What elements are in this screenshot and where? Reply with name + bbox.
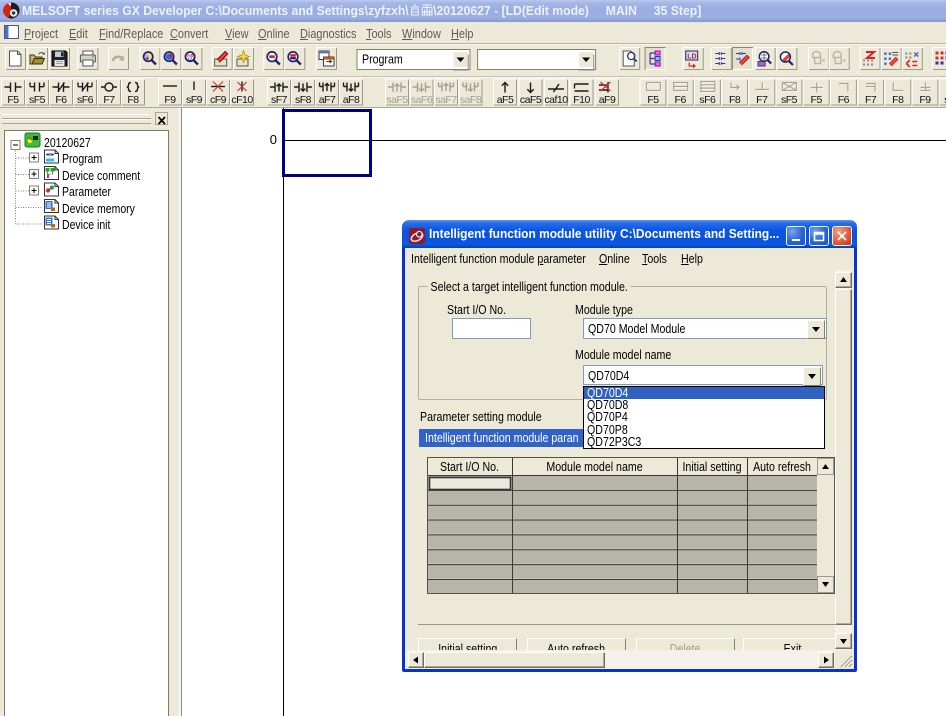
svg-text:F6: F6: [838, 94, 850, 106]
svg-text:cF10: cF10: [231, 94, 253, 106]
svg-text:F8: F8: [892, 94, 904, 106]
svg-text:saF8: saF8: [460, 94, 482, 106]
svg-text:sF6: sF6: [699, 94, 716, 106]
svg-text:caf10: caf10: [544, 94, 568, 106]
svg-text:sF9: sF9: [186, 94, 203, 106]
svg-text:F5: F5: [647, 94, 659, 106]
svg-text:aF7: aF7: [319, 94, 336, 106]
svg-text:sF6: sF6: [77, 94, 94, 106]
svg-text:F8: F8: [729, 94, 741, 106]
svg-text:saF5: saF5: [386, 94, 408, 106]
svg-text:F9: F9: [164, 94, 176, 106]
svg-text:sF5: sF5: [781, 94, 798, 106]
svg-text:sF7: sF7: [271, 94, 288, 106]
svg-text:aF8: aF8: [343, 94, 360, 106]
svg-text:F7: F7: [103, 94, 115, 106]
svg-text:cF9: cF9: [210, 94, 227, 106]
svg-text:F8: F8: [127, 94, 139, 106]
svg-text:F7: F7: [756, 94, 768, 106]
svg-text:saF6: saF6: [411, 94, 433, 106]
svg-text:Initial setting: Initial setting: [682, 460, 741, 474]
svg-text:Program: Program: [362, 53, 403, 67]
svg-text:F6: F6: [55, 94, 67, 106]
svg-text:F5: F5: [7, 94, 19, 106]
svg-text:aF5: aF5: [497, 94, 514, 106]
svg-text:sF8: sF8: [295, 94, 312, 106]
svg-text:aF9: aF9: [599, 94, 616, 106]
svg-text:F5: F5: [811, 94, 823, 106]
svg-text:sF5: sF5: [29, 94, 46, 106]
svg-text:Module model name: Module model name: [546, 460, 642, 474]
svg-text:F10: F10: [573, 94, 590, 106]
svg-text:F6: F6: [675, 94, 687, 106]
svg-text:Start I/O No.: Start I/O No.: [440, 460, 499, 474]
svg-text:Auto refresh: Auto refresh: [753, 460, 811, 474]
svg-text:F9: F9: [919, 94, 931, 106]
svg-text:caF5: caF5: [520, 94, 542, 106]
svg-text:saF7: saF7: [435, 94, 457, 106]
svg-text:F7: F7: [865, 94, 877, 106]
svg-text:LD: LD: [687, 54, 696, 61]
